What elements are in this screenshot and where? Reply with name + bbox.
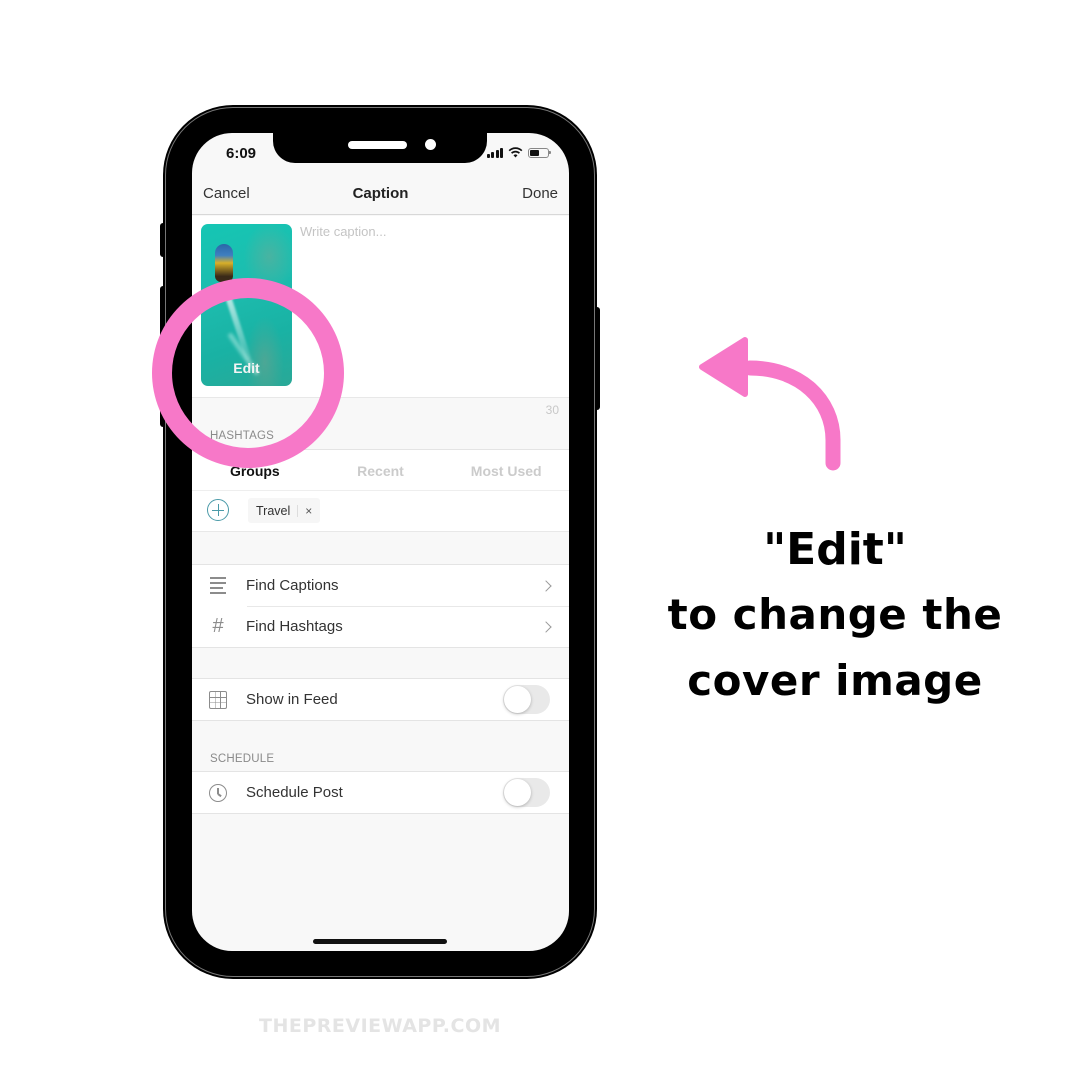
chip-divider xyxy=(297,504,299,517)
cover-image-thumbnail[interactable]: Edit xyxy=(201,224,292,386)
watermark: THEPREVIEWAPP.COM xyxy=(258,1015,502,1037)
battery-icon xyxy=(528,147,551,158)
hashtag-group-row: Travel × xyxy=(192,491,569,532)
tab-most-used[interactable]: Most Used xyxy=(443,450,569,490)
annotation-line-3: cover image xyxy=(687,656,983,705)
caption-input[interactable] xyxy=(300,224,560,384)
cancel-button[interactable]: Cancel xyxy=(203,185,250,202)
close-icon[interactable]: × xyxy=(305,504,312,518)
show-in-feed-toggle[interactable] xyxy=(503,685,550,714)
grid-icon xyxy=(208,690,228,710)
phone-camera xyxy=(425,139,436,150)
home-indicator[interactable] xyxy=(313,939,447,944)
cellular-signal-icon xyxy=(486,147,503,158)
find-hashtags-row[interactable]: # Find Hashtags xyxy=(192,606,569,647)
annotation-line-2: to change the xyxy=(667,590,1003,639)
chevron-right-icon xyxy=(540,620,552,633)
done-button[interactable]: Done xyxy=(522,185,558,202)
plus-circle-icon[interactable] xyxy=(207,499,229,521)
annotation-line-1: "Edit" xyxy=(763,524,907,575)
chip-label: Travel xyxy=(256,503,291,518)
show-in-feed-row: Show in Feed xyxy=(192,679,569,720)
row-label: Schedule Post xyxy=(246,784,343,801)
schedule-post-row: Schedule Post xyxy=(192,772,569,813)
phone-speaker xyxy=(348,141,407,149)
row-label: Find Captions xyxy=(246,577,339,594)
navigation-bar: Cancel Caption Done xyxy=(192,173,569,215)
edit-cover-button[interactable]: Edit xyxy=(201,360,292,376)
tools-group: Find Captions # Find Hashtags xyxy=(192,564,569,648)
hashtags-section-label: HASHTAGS xyxy=(210,430,275,442)
schedule-section-label: SCHEDULE xyxy=(210,753,275,765)
row-label: Find Hashtags xyxy=(246,618,343,635)
feed-group: Show in Feed xyxy=(192,678,569,721)
clock-icon xyxy=(208,783,228,803)
status-icons xyxy=(486,147,551,158)
hashtag-group-chip[interactable]: Travel × xyxy=(248,498,321,523)
phone-screen: 6:09 Cancel Caption Done Edit 30 HASHTAG… xyxy=(192,133,569,951)
boat-image-detail xyxy=(215,244,233,282)
text-lines-icon xyxy=(208,576,228,596)
curved-arrow-icon xyxy=(699,337,841,471)
hashtag-icon: # xyxy=(212,615,224,637)
find-captions-row[interactable]: Find Captions xyxy=(192,565,569,606)
schedule-group: Schedule Post xyxy=(192,771,569,814)
chevron-right-icon xyxy=(540,579,552,592)
wifi-icon xyxy=(508,147,523,158)
row-label: Show in Feed xyxy=(246,691,338,708)
caption-editor: Edit xyxy=(192,216,569,398)
status-time: 6:09 xyxy=(226,145,257,162)
caption-char-count: 30 xyxy=(545,403,559,417)
hashtag-tabs: Groups Recent Most Used xyxy=(192,449,569,491)
tab-groups[interactable]: Groups xyxy=(192,450,318,490)
tab-recent[interactable]: Recent xyxy=(318,450,444,490)
schedule-post-toggle[interactable] xyxy=(503,778,550,807)
